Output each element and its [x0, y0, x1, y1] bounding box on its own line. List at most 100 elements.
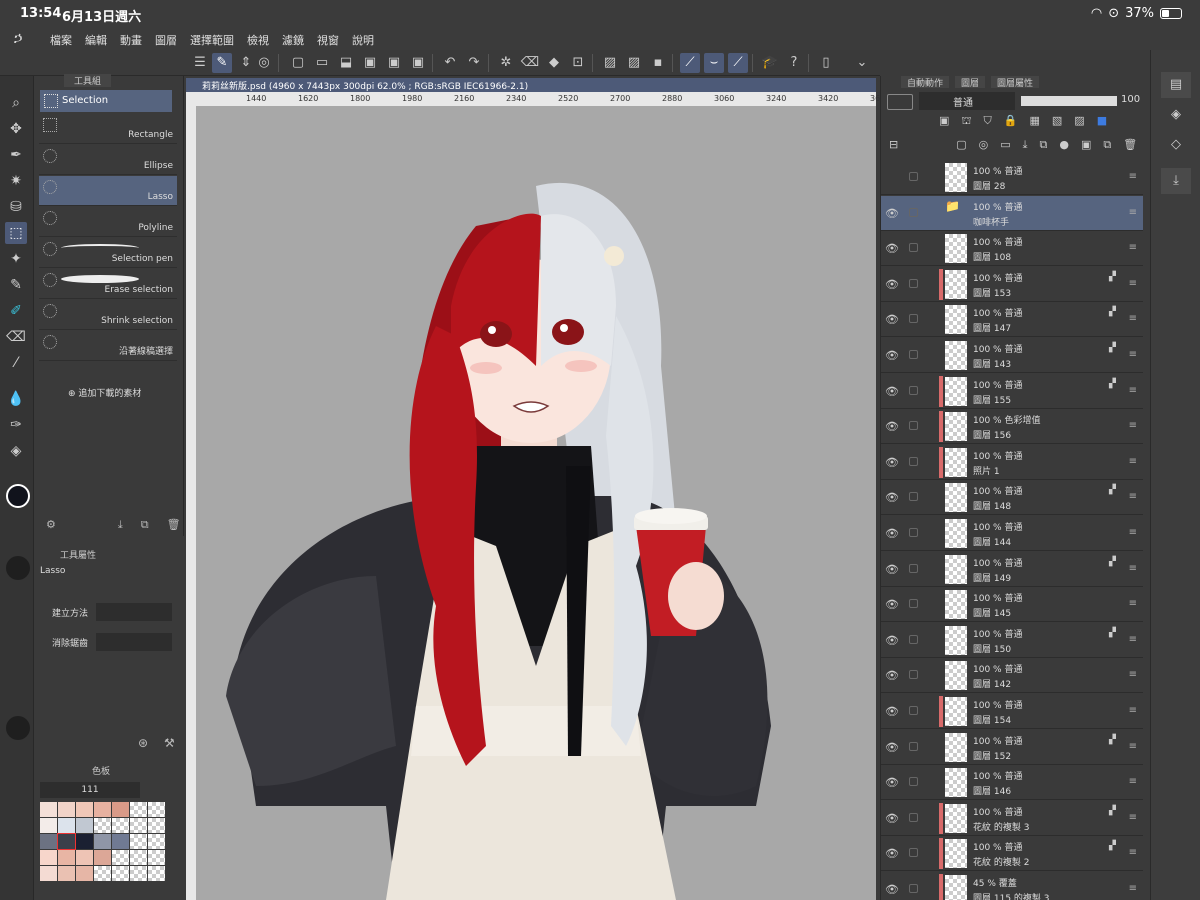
layer-row[interactable]: 👁 100 % 普通 圖層 144 ≡: [881, 516, 1143, 551]
document-tab[interactable]: 莉莉丝新版.psd (4960 x 7443px 300dpi 62.0% ; …: [186, 78, 876, 92]
deselect-icon[interactable]: ▨: [600, 53, 620, 73]
export-png-icon[interactable]: ▣: [384, 53, 404, 73]
new-vector-layer-icon[interactable]: ◎: [979, 138, 989, 152]
scroll-arrows-icon[interactable]: ⇕: [236, 53, 256, 73]
color-swatch[interactable]: [58, 866, 75, 881]
sub-tool-item[interactable]: Polyline: [39, 207, 177, 237]
menu-item[interactable]: 選擇範圍: [190, 32, 234, 48]
visibility-eye-icon[interactable]: 👁: [885, 207, 899, 220]
lock-transparency-icon[interactable]: ▦: [1029, 114, 1039, 129]
color-swatch[interactable]: [148, 802, 165, 817]
export-psd-icon[interactable]: ▣: [408, 53, 428, 73]
color-swatch[interactable]: [76, 866, 93, 881]
app-icon[interactable]: ◎: [254, 53, 274, 73]
layer-select-checkbox[interactable]: [909, 492, 918, 502]
color-swatch[interactable]: [94, 818, 111, 833]
layer-row[interactable]: 👁 100 % 普通 花紋 的複製 3 ▞ ≡: [881, 800, 1143, 836]
layer-row[interactable]: 👁 100 % 普通 圖層 145 ≡: [881, 587, 1143, 623]
add-mask-icon[interactable]: ●: [1059, 138, 1069, 152]
save-icon[interactable]: ⬓: [336, 53, 356, 73]
magic-wand-icon[interactable]: ✷: [5, 170, 27, 192]
duplicate-icon[interactable]: ⧉: [141, 518, 149, 532]
drawing-canvas[interactable]: [196, 106, 876, 900]
layer-select-checkbox[interactable]: [909, 172, 918, 181]
brush-size-icon[interactable]: [6, 556, 30, 580]
learn-icon[interactable]: 🎓: [760, 53, 780, 73]
layer-select-checkbox[interactable]: [909, 777, 918, 787]
color-swatch[interactable]: [57, 833, 76, 850]
color-swatch[interactable]: [94, 866, 111, 881]
visibility-eye-icon[interactable]: 👁: [885, 776, 899, 789]
hamburger-menu-icon[interactable]: ☰: [190, 53, 210, 73]
blend-icon[interactable]: 💧: [5, 388, 27, 410]
layer-panel-tab[interactable]: 圖層屬性: [991, 76, 1040, 89]
layer-drag-handle-icon[interactable]: ≡: [1129, 598, 1137, 609]
material-icon[interactable]: ⤓: [1161, 168, 1191, 194]
visibility-eye-icon[interactable]: 👁: [885, 491, 899, 504]
palette-color-icon[interactable]: ■: [1097, 114, 1107, 129]
layer-row[interactable]: 👁 100 % 普通 照片 1 ≡: [881, 444, 1143, 480]
combine-icon[interactable]: ⧉: [1040, 138, 1048, 152]
apply-mask-icon[interactable]: ▣: [1081, 138, 1091, 152]
selection-tool-icon[interactable]: ⬚: [5, 222, 27, 244]
blend-mode-select[interactable]: 普通: [919, 92, 1015, 110]
layer-drag-handle-icon[interactable]: ≡: [1129, 456, 1137, 467]
menu-item[interactable]: 說明: [352, 32, 374, 48]
layer-row[interactable]: 👁 100 % 普通 圖層 142 ≡: [881, 658, 1143, 694]
menu-item[interactable]: 編輯: [85, 32, 107, 48]
invert-selection-icon[interactable]: ▨: [624, 53, 644, 73]
visibility-eye-icon[interactable]: 👁: [885, 669, 899, 682]
visibility-eye-icon[interactable]: 👁: [885, 741, 899, 754]
color-set-selector[interactable]: 111: [40, 782, 140, 798]
import-icon[interactable]: ⤓: [118, 518, 123, 532]
layer-select-checkbox[interactable]: [909, 634, 918, 644]
mask-icon[interactable]: ▧: [1052, 114, 1062, 129]
opacity-value[interactable]: 100: [1121, 94, 1140, 105]
creation-method-buttons[interactable]: [96, 603, 172, 621]
sub-tool-item[interactable]: Erase selection: [39, 269, 177, 299]
pen-icon[interactable]: ✒: [5, 144, 27, 166]
layer-row[interactable]: 👁 100 % 普通 花紋 的複製 2 ▞ ≡: [881, 836, 1143, 872]
color-swatch[interactable]: [148, 866, 165, 881]
color-swatch[interactable]: [94, 802, 111, 817]
layer-select-checkbox[interactable]: [909, 421, 918, 431]
undo-icon[interactable]: ↶: [440, 53, 460, 73]
layer-drag-handle-icon[interactable]: ≡: [1129, 669, 1137, 680]
color-swatch[interactable]: [40, 818, 57, 833]
color-swatch[interactable]: [130, 802, 147, 817]
layer-drag-handle-icon[interactable]: ≡: [1129, 812, 1137, 823]
layers-icon[interactable]: ◈: [1161, 102, 1191, 128]
layer-drag-handle-icon[interactable]: ≡: [1129, 242, 1137, 253]
smartphone-icon[interactable]: ▯: [816, 53, 836, 73]
color-swatch[interactable]: [130, 818, 147, 833]
color-swatch[interactable]: [58, 802, 75, 817]
new-folder-icon[interactable]: ▭: [1000, 138, 1010, 152]
color-swatch[interactable]: [112, 818, 129, 833]
layer-select-checkbox[interactable]: [909, 243, 918, 253]
layer-select-checkbox[interactable]: [909, 456, 918, 466]
reference-icon[interactable]: ⛫: [961, 114, 971, 129]
layer-row[interactable]: 👁 100 % 普通 圖層 108 ≡: [881, 231, 1143, 267]
color-set-tab[interactable]: 色板: [92, 764, 110, 777]
layer-select-checkbox[interactable]: [909, 741, 918, 751]
visibility-eye-icon[interactable]: 👁: [885, 847, 899, 860]
visibility-eye-icon[interactable]: 👁: [885, 420, 899, 433]
layer-select-checkbox[interactable]: [909, 314, 918, 324]
layer-panel-tab[interactable]: 圖層: [955, 76, 986, 89]
layer-drag-handle-icon[interactable]: ≡: [1129, 705, 1137, 716]
color-swatch[interactable]: [58, 818, 75, 833]
fill-bucket-icon[interactable]: ◈: [5, 440, 27, 462]
color-swatch[interactable]: [40, 834, 57, 849]
main-color-icon[interactable]: [6, 484, 30, 508]
color-swatch[interactable]: [40, 802, 57, 817]
layer-drag-handle-icon[interactable]: ≡: [1129, 313, 1137, 324]
visibility-eye-icon[interactable]: 👁: [885, 456, 899, 469]
menu-item[interactable]: 動畫: [120, 32, 142, 48]
fill-icon[interactable]: ◆: [544, 53, 564, 73]
layer-drag-handle-icon[interactable]: ≡: [1129, 420, 1137, 431]
sub-tool-item[interactable]: Lasso: [39, 176, 177, 206]
color-swatch[interactable]: [112, 866, 129, 881]
tool-detail-icon[interactable]: ⊛: [138, 736, 148, 750]
visibility-eye-icon[interactable]: 👁: [885, 349, 899, 362]
layer-drag-handle-icon[interactable]: ≡: [1129, 385, 1137, 396]
